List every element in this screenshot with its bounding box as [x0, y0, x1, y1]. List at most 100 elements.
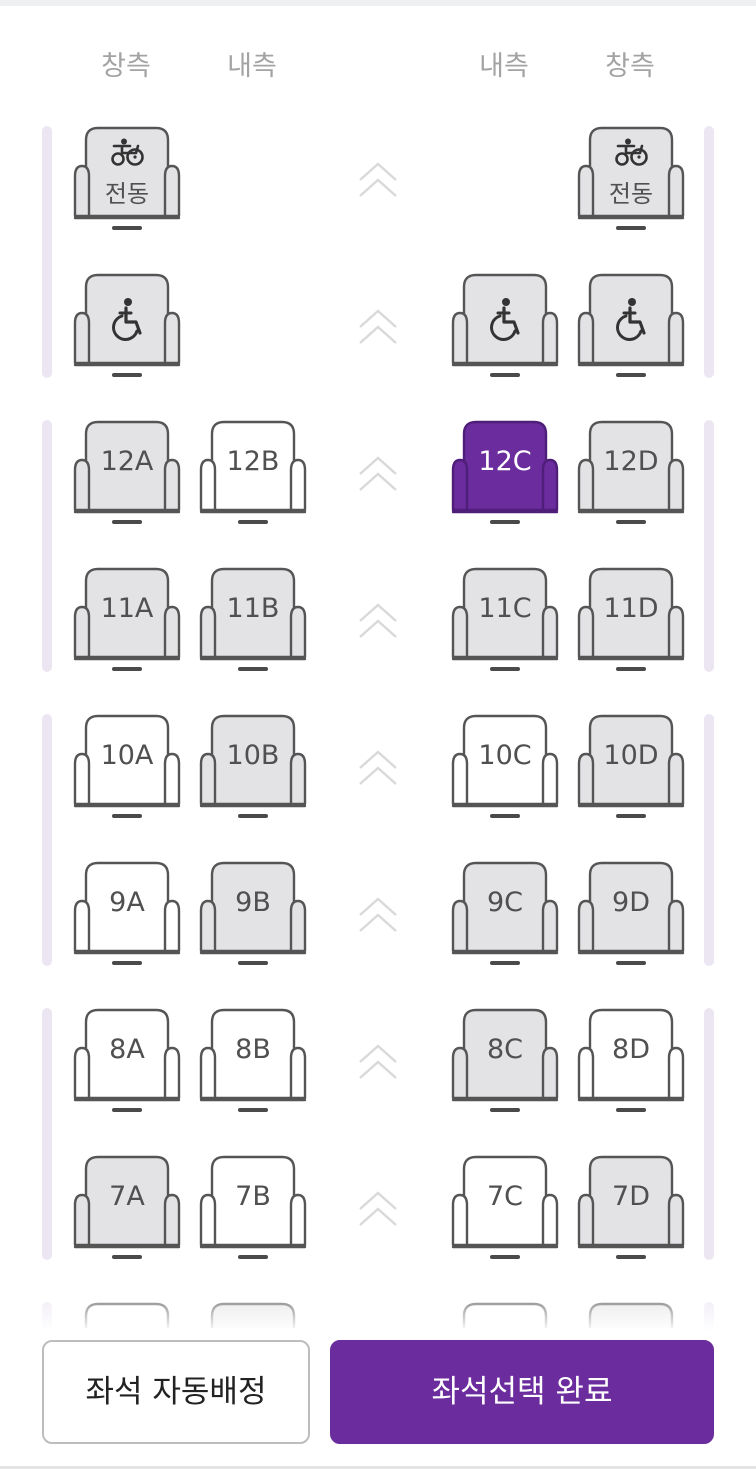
seat-label: 7C [486, 1181, 524, 1212]
seat-marker [238, 1255, 268, 1259]
seat-label: 10C [478, 740, 532, 771]
seat-label: 7D [612, 1181, 650, 1212]
row-group-bar-right-1 [704, 126, 714, 378]
seat-marker [112, 961, 142, 965]
seat-12b[interactable]: 12B [198, 420, 308, 524]
seat-label: 9B [235, 887, 271, 918]
double-chevron-up-icon [356, 1187, 400, 1231]
power-wheelchair-icon [604, 138, 658, 166]
seat-marker [616, 1255, 646, 1259]
seat-label: 12C [478, 446, 532, 477]
seat-marker [112, 1108, 142, 1112]
seat-label: 9D [612, 887, 650, 918]
row-group-bar-left-2 [42, 420, 52, 672]
double-chevron-up-icon [356, 893, 400, 937]
row-group-bar-right-2 [704, 420, 714, 672]
seat-7b[interactable]: 7B [198, 1155, 308, 1259]
seat-marker [490, 373, 520, 377]
wheelchair-icon [100, 297, 154, 341]
seat-9a[interactable]: 9A [72, 861, 182, 965]
seat-label: 8A [109, 1034, 145, 1065]
complete-selection-button[interactable]: 좌석선택 완료 [330, 1340, 714, 1444]
auto-assign-button[interactable]: 좌석 자동배정 [42, 1340, 310, 1444]
seat-r2-d[interactable] [576, 273, 686, 377]
seat-label: 12D [603, 446, 659, 477]
seat-marker [616, 1108, 646, 1112]
column-label-aisle-right: 내측 [479, 51, 529, 82]
seat-marker [490, 1108, 520, 1112]
seat-marker [238, 961, 268, 965]
seat-10d[interactable]: 10D [576, 714, 686, 818]
column-label-window-right: 창측 [605, 51, 655, 82]
seat-marker [112, 667, 142, 671]
seat-11a[interactable]: 11A [72, 567, 182, 671]
seat-10b[interactable]: 10B [198, 714, 308, 818]
seat-8c[interactable]: 8C [450, 1008, 560, 1112]
seat-marker [616, 520, 646, 524]
seat-label: 8C [486, 1034, 524, 1065]
seat-8b[interactable]: 8B [198, 1008, 308, 1112]
seat-label: 9A [109, 887, 145, 918]
seat-label: 전동 [608, 180, 654, 208]
seat-label: 9C [486, 887, 524, 918]
seat-marker [616, 961, 646, 965]
seat-marker [238, 667, 268, 671]
seat-marker [490, 814, 520, 818]
seat-marker [238, 814, 268, 818]
seat-9d[interactable]: 9D [576, 861, 686, 965]
seat-r1-d[interactable]: 전동 [576, 126, 686, 230]
seat-12c[interactable]: 12C [450, 420, 560, 524]
seat-marker [238, 1108, 268, 1112]
seat-12d[interactable]: 12D [576, 420, 686, 524]
seat-marker [490, 667, 520, 671]
seat-marker [112, 226, 142, 230]
seat-11d[interactable]: 11D [576, 567, 686, 671]
seat-marker [616, 667, 646, 671]
row-group-bar-left-4 [42, 1008, 52, 1260]
seat-marker [112, 814, 142, 818]
double-chevron-up-icon [356, 599, 400, 643]
double-chevron-up-icon [356, 1040, 400, 1084]
seat-9c[interactable]: 9C [450, 861, 560, 965]
seat-label: 11D [603, 593, 659, 624]
seat-r2-c[interactable] [450, 273, 560, 377]
seat-8d[interactable]: 8D [576, 1008, 686, 1112]
seat-marker [616, 373, 646, 377]
seat-marker [490, 520, 520, 524]
seat-7a[interactable]: 7A [72, 1155, 182, 1259]
seat-12a[interactable]: 12A [72, 420, 182, 524]
seat-marker [238, 520, 268, 524]
seat-r1-a[interactable]: 전동 [72, 126, 182, 230]
seat-11c[interactable]: 11C [450, 567, 560, 671]
seat-label: 12A [100, 446, 154, 477]
double-chevron-up-icon [356, 452, 400, 496]
seat-8a[interactable]: 8A [72, 1008, 182, 1112]
seat-7d[interactable]: 7D [576, 1155, 686, 1259]
column-label-window-left: 창측 [101, 51, 151, 82]
seat-9b[interactable]: 9B [198, 861, 308, 965]
seat-marker [616, 226, 646, 230]
seat-11b[interactable]: 11B [198, 567, 308, 671]
seat-label: 10B [226, 740, 280, 771]
double-chevron-up-icon [356, 746, 400, 790]
row-group-bar-left-3 [42, 714, 52, 966]
seat-10c[interactable]: 10C [450, 714, 560, 818]
wheelchair-icon [478, 297, 532, 341]
scroll-fade [0, 1292, 756, 1332]
seat-marker [490, 1255, 520, 1259]
seat-label: 7B [235, 1181, 271, 1212]
seat-7c[interactable]: 7C [450, 1155, 560, 1259]
row-group-bar-right-3 [704, 714, 714, 966]
seat-label: 7A [109, 1181, 145, 1212]
double-chevron-up-icon [356, 158, 400, 202]
seat-r2-a[interactable] [72, 273, 182, 377]
row-group-bar-right-4 [704, 1008, 714, 1260]
seat-label: 전동 [104, 180, 150, 208]
seat-marker [616, 814, 646, 818]
seat-label: 11A [100, 593, 154, 624]
seat-label: 11C [478, 593, 532, 624]
double-chevron-up-icon [356, 305, 400, 349]
seat-10a[interactable]: 10A [72, 714, 182, 818]
seat-label: 11B [226, 593, 280, 624]
seat-marker [112, 520, 142, 524]
